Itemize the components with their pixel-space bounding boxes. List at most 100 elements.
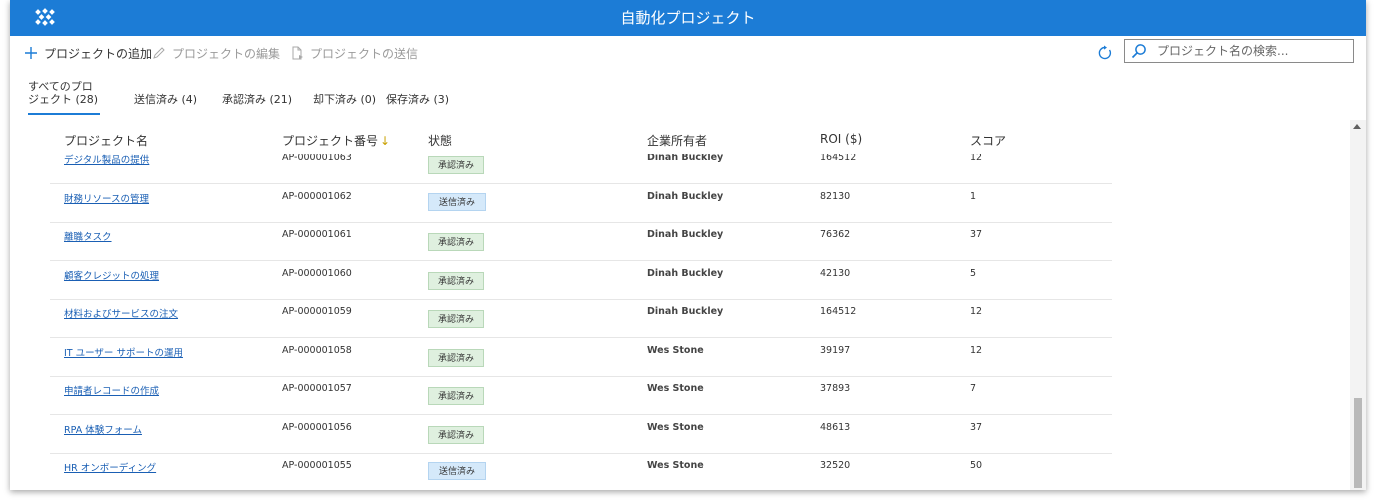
- project-name-link[interactable]: HR オンボーディング: [64, 460, 156, 474]
- project-name-link[interactable]: 離職タスク: [64, 229, 112, 243]
- title-bar: 自動化プロジェクト: [10, 0, 1366, 36]
- project-number: AP-000001055: [282, 460, 352, 471]
- project-name-link[interactable]: 顧客クレジットの処理: [64, 268, 159, 282]
- project-name-link[interactable]: 材料およびサービスの注文: [64, 306, 178, 320]
- project-name-link[interactable]: デジタル製品の提供: [64, 154, 149, 166]
- document-send-icon: [292, 46, 303, 60]
- table-row[interactable]: 申請者レコードの作成 AP-000001057 承認済み Wes Stone 37893…: [10, 377, 1112, 415]
- roi-value: 32520: [820, 460, 851, 471]
- status-badge: 承認済み: [428, 156, 484, 174]
- roi-value: 37893: [820, 383, 851, 394]
- project-number: AP-000001061: [282, 229, 352, 240]
- active-tab-indicator: [28, 113, 100, 115]
- pencil-icon: [153, 47, 165, 59]
- table-body: デジタル製品の提供 AP-000001063 承認済み Dinah Buckley 16…: [10, 154, 1350, 490]
- business-owner: Wes Stone: [647, 421, 704, 433]
- page-title: 自動化プロジェクト: [620, 9, 756, 27]
- table-header: プロジェクト名 プロジェクト番号 ↓ 状態 企業所有者 ROI ($) スコア: [10, 128, 1350, 154]
- plus-icon: [25, 47, 37, 59]
- table-row[interactable]: 財務リソースの管理 AP-000001062 送信済み Dinah Buckley 82…: [10, 185, 1112, 223]
- status-badge: 承認済み: [428, 233, 484, 251]
- filter-tabs: すべてのプロ ジェクト (28) 送信済み (4) 承認済み (21) 却下済み…: [10, 80, 510, 116]
- roi-value: 48613: [820, 421, 851, 433]
- submit-project-label: プロジェクトの送信: [310, 46, 419, 61]
- vertical-scrollbar[interactable]: [1350, 120, 1366, 490]
- project-number: AP-000001062: [282, 190, 352, 202]
- table-row[interactable]: RPA 体験フォーム AP-000001056 承認済み Wes Stone 48613…: [10, 416, 1112, 454]
- roi-value: 42130: [820, 267, 851, 279]
- score-value: 37: [970, 421, 983, 433]
- status-badge: 承認済み: [428, 310, 484, 328]
- roi-value: 164512: [820, 306, 857, 317]
- add-project-button[interactable]: プロジェクトの追加: [24, 36, 152, 70]
- scroll-thumb[interactable]: [1354, 398, 1362, 488]
- app-window: 自動化プロジェクト プロジェクトの追加 プロジェクトの編集 プロジェクトの送信: [10, 0, 1366, 490]
- table-row[interactable]: 離職タスク AP-000001061 承認済み Dinah Buckley 76362 3…: [10, 223, 1112, 261]
- column-header-status[interactable]: 状態: [428, 132, 452, 149]
- score-value: 12: [970, 154, 983, 163]
- score-value: 50: [970, 460, 983, 471]
- tab-submitted[interactable]: 送信済み (4): [134, 91, 197, 107]
- project-number: AP-000001056: [282, 421, 352, 433]
- business-owner: Dinah Buckley: [647, 267, 724, 279]
- project-number: AP-000001058: [282, 344, 352, 356]
- roi-value: 164512: [820, 154, 857, 163]
- table-row[interactable]: 顧客クレジットの処理 AP-000001060 承認済み Dinah Buckley 4…: [10, 262, 1112, 300]
- add-project-label: プロジェクトの追加: [44, 46, 153, 61]
- refresh-icon[interactable]: [1097, 45, 1113, 61]
- tab-all-projects[interactable]: すべてのプロ ジェクト (28): [28, 80, 100, 115]
- status-badge: 承認済み: [428, 271, 484, 290]
- search-icon: [1131, 44, 1146, 59]
- tab-all-line1: すべてのプロ: [28, 80, 93, 93]
- column-header-name[interactable]: プロジェクト名: [64, 132, 148, 149]
- business-owner: Dinah Buckley: [647, 154, 724, 163]
- score-value: 5: [970, 267, 977, 279]
- column-header-owner[interactable]: 企業所有者: [647, 132, 707, 149]
- roi-value: 76362: [820, 229, 851, 240]
- search-box[interactable]: プロジェクト名の検索...: [1124, 39, 1354, 63]
- column-header-score[interactable]: スコア: [970, 132, 1006, 149]
- score-value: 1: [970, 190, 977, 202]
- project-number: AP-000001057: [282, 383, 352, 394]
- project-number: AP-000001059: [282, 306, 352, 317]
- business-owner: Wes Stone: [647, 383, 704, 394]
- score-value: 12: [970, 344, 983, 356]
- score-value: 7: [970, 383, 977, 394]
- score-value: 12: [970, 306, 983, 317]
- project-name-link[interactable]: RPA 体験フォーム: [64, 422, 142, 436]
- status-badge: 送信済み: [428, 192, 486, 211]
- status-badge: 承認済み: [428, 387, 484, 405]
- roi-value: 82130: [820, 190, 851, 202]
- project-name-link[interactable]: 財務リソースの管理: [64, 191, 149, 205]
- column-header-roi[interactable]: ROI ($): [820, 132, 862, 146]
- project-name-link[interactable]: IT ユーザー サポートの運用: [64, 345, 183, 359]
- edit-project-label: プロジェクトの編集: [172, 46, 281, 61]
- project-name-link[interactable]: 申請者レコードの作成: [64, 383, 159, 397]
- edit-project-button[interactable]: プロジェクトの編集: [152, 36, 280, 70]
- status-badge: 承認済み: [428, 425, 484, 444]
- sort-arrow-down-icon: ↓: [380, 134, 391, 148]
- tab-rejected[interactable]: 却下済み (0): [313, 91, 376, 107]
- submit-project-button[interactable]: プロジェクトの送信: [290, 36, 418, 70]
- project-number: AP-000001060: [282, 267, 352, 279]
- tab-saved[interactable]: 保存済み (3): [386, 91, 449, 107]
- status-badge: 承認済み: [428, 348, 484, 367]
- column-header-number[interactable]: プロジェクト番号 ↓: [282, 132, 390, 149]
- business-owner: Wes Stone: [647, 460, 704, 471]
- business-owner: Dinah Buckley: [647, 190, 724, 202]
- tab-all-line2: ジェクト (28): [28, 93, 99, 106]
- business-owner: Wes Stone: [647, 344, 704, 356]
- search-placeholder: プロジェクト名の検索...: [1157, 44, 1289, 58]
- project-number: AP-000001063: [282, 154, 352, 163]
- table-row[interactable]: HR オンボーディング AP-000001055 送信済み Wes Stone 3252…: [10, 454, 1110, 490]
- score-value: 37: [970, 229, 983, 240]
- table-row[interactable]: 材料およびサービスの注文 AP-000001059 承認済み Dinah Buckle…: [10, 300, 1112, 338]
- scroll-up-arrow-icon[interactable]: [1353, 124, 1361, 129]
- status-badge: 送信済み: [428, 462, 486, 480]
- business-owner: Dinah Buckley: [647, 306, 724, 317]
- tab-approved[interactable]: 承認済み (21): [222, 91, 292, 107]
- business-owner: Dinah Buckley: [647, 229, 724, 240]
- roi-value: 39197: [820, 344, 851, 356]
- table-row[interactable]: デジタル製品の提供 AP-000001063 承認済み Dinah Buckley 16…: [10, 154, 1112, 184]
- table-row[interactable]: IT ユーザー サポートの運用 AP-000001058 承認済み Wes Stone…: [10, 339, 1112, 377]
